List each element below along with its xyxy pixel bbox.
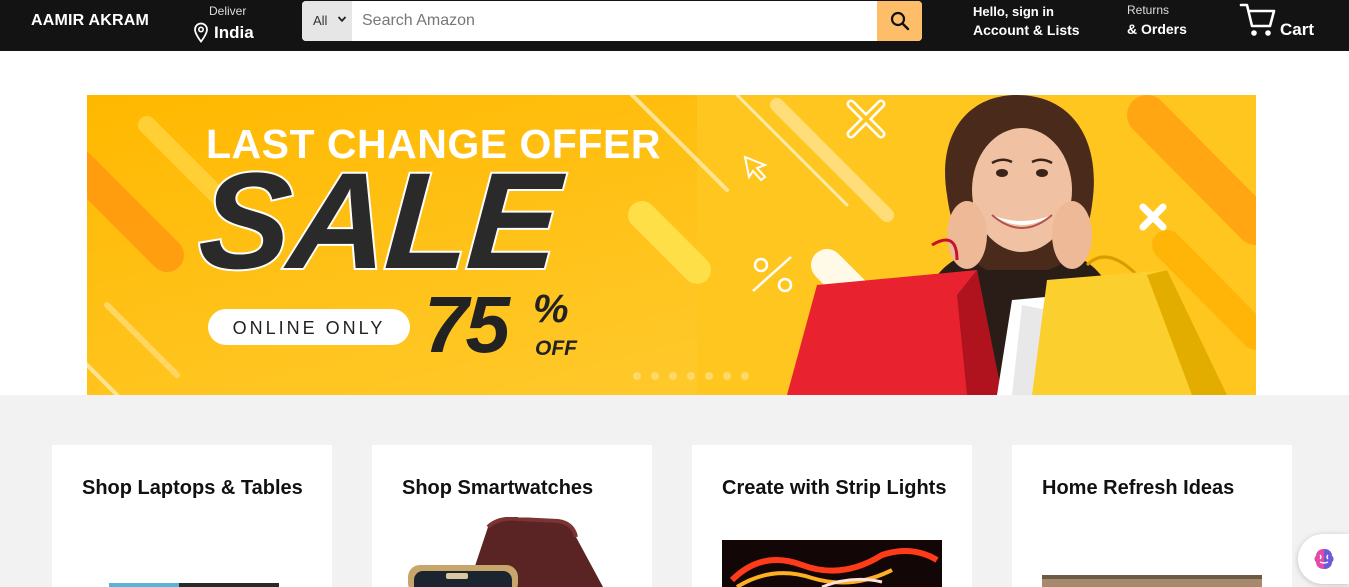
banner-percent-value: 75 [424,280,510,369]
search-category-select[interactable]: All [302,1,352,41]
banner-online-only-pill: ONLINE ONLY [208,309,410,345]
strip-lights-thumbnail[interactable] [722,540,942,587]
card-title: Shop Laptops & Tables [82,477,303,499]
card-title: Shop Smartwatches [402,477,594,499]
brain-icon [1314,549,1334,569]
search-button[interactable] [877,1,922,41]
card-strip-lights[interactable]: Create with Strip Lights [692,445,972,587]
smartwatch-thumbnail[interactable] [408,517,618,587]
banner-sale-text: SALE [193,143,565,300]
hero-banner[interactable]: LAST CHANGE OFFER SALE ONLINE ONLY 75 % … [87,95,1256,395]
card-title: Home Refresh Ideas [1042,477,1235,499]
card-laptops-tablets[interactable]: Shop Laptops & Tables [52,445,332,587]
card-title: Create with Strip Lights [722,477,947,499]
cart-icon [1239,3,1276,36]
account-lists-label: Account & Lists [973,22,1080,38]
cart-link[interactable]: Cart [1239,0,1319,44]
search-icon [890,11,909,31]
home-refresh-thumbnail[interactable] [1042,575,1262,587]
laptop-thumbnail[interactable] [109,581,279,587]
account-greeting: Hello, sign in [973,4,1054,19]
site-logo[interactable]: AAMIR AKRAM [31,12,149,30]
orders-label: & Orders [1127,21,1187,37]
banner-pill-label: ONLINE ONLY [232,318,386,338]
account-lists-menu[interactable]: Hello, sign in Account & Lists [973,4,1080,38]
location-pin-icon [194,22,208,43]
banner-percent-sign: % [533,287,569,331]
deliver-label: Deliver [209,4,247,18]
returns-orders-link[interactable]: Returns & Orders [1127,3,1187,37]
banner-off-label: OFF [535,337,577,360]
card-smartwatches[interactable]: Shop Smartwatches [372,445,652,587]
search-bar: All [302,1,922,41]
deliver-location[interactable]: Deliver India [193,3,273,47]
search-input[interactable] [353,1,877,41]
assistant-float-button[interactable] [1298,534,1349,584]
card-home-refresh[interactable]: Home Refresh Ideas [1012,445,1292,587]
deliver-country: India [214,23,254,42]
cart-label: Cart [1280,20,1315,39]
chevron-down-icon [337,16,347,23]
top-navbar: AAMIR AKRAM Deliver India All Hello, sig… [0,0,1349,51]
search-category-label: All [313,13,328,28]
returns-label: Returns [1127,3,1170,17]
